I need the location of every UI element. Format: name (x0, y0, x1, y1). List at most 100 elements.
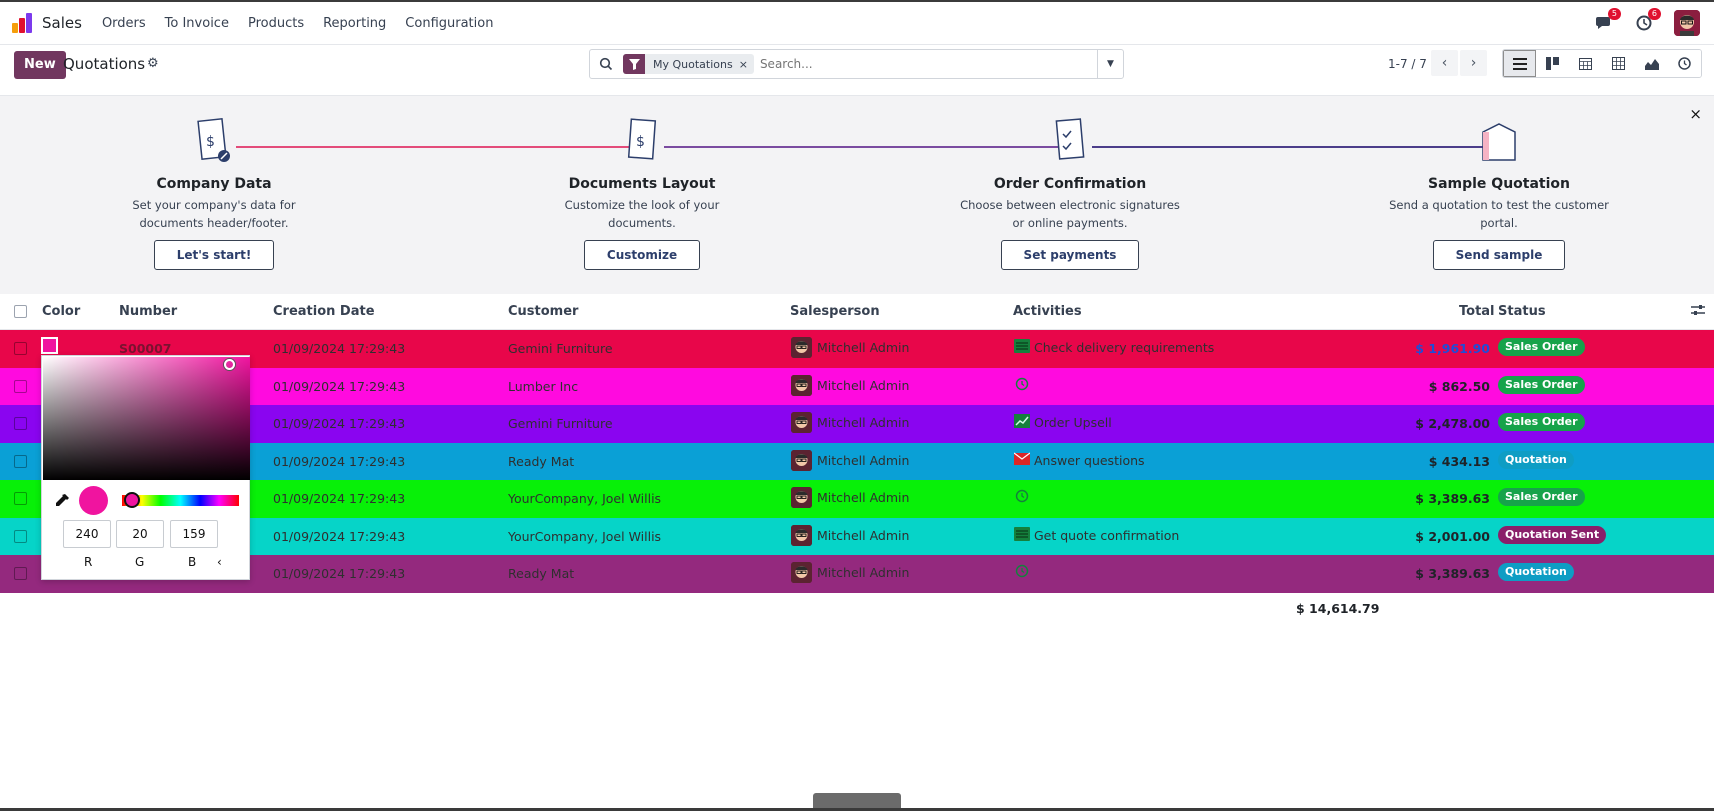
table-row[interactable]: 01/09/2024 17:29:43 Gemini Furniture Mitch… (0, 405, 1714, 443)
column-header-creation-date[interactable]: Creation Date (273, 304, 375, 319)
row-checkbox[interactable] (14, 567, 27, 580)
new-button[interactable]: New (14, 51, 66, 79)
hue-handle[interactable] (124, 492, 140, 508)
menu-orders[interactable]: Orders (102, 16, 146, 31)
document-dollar-icon: $ (197, 118, 230, 162)
customer-name: Ready Mat (508, 566, 575, 581)
set-payments-button[interactable]: Set payments (1000, 240, 1140, 270)
activity-cell[interactable]: Check delivery requirements (1014, 339, 1214, 356)
table-row[interactable]: S00007 01/09/2024 17:29:43 Gemini Furnitur… (0, 330, 1714, 368)
onboarding-step-order-confirmation: Order Confirmation Choose between electr… (960, 96, 1180, 270)
green-input[interactable]: 20 (116, 520, 164, 548)
status-badge: Sales Order (1498, 375, 1585, 394)
pager-previous-button[interactable]: ‹ (1431, 50, 1458, 76)
clock-icon (1014, 377, 1030, 394)
calendar-view-button[interactable] (1569, 50, 1602, 77)
column-header-color[interactable]: Color (42, 304, 80, 319)
salesperson: Mitchell Admin (791, 449, 909, 471)
activity-cell[interactable]: Get quote confirmation (1014, 526, 1179, 544)
table-row[interactable]: 01/09/2024 17:29:43 YourCompany, Joel Wil… (0, 517, 1714, 555)
red-input[interactable]: 240 (63, 520, 111, 548)
activity-view-button[interactable] (1668, 50, 1701, 77)
row-checkbox[interactable] (14, 342, 27, 355)
calendar-icon (1579, 58, 1592, 70)
order-total: $ 1,961.90 (1415, 341, 1490, 356)
lets-start-button[interactable]: Let's start! (153, 240, 275, 270)
control-panel: New Quotations ⚙ My Quotations × ▼ 1-7 /… (0, 45, 1714, 95)
list-view-button[interactable] (1503, 50, 1536, 77)
gear-icon[interactable]: ⚙ (147, 56, 159, 71)
column-header-status[interactable]: Status (1498, 304, 1546, 319)
activity-cell[interactable]: Order Upsell (1014, 414, 1112, 431)
kanban-view-button[interactable] (1536, 50, 1569, 77)
list-icon (1014, 339, 1030, 356)
column-header-salesperson[interactable]: Salesperson (790, 304, 880, 319)
onboarding-step-company-data: $ Company Data Set your company's data f… (104, 96, 324, 270)
customer-name: Lumber Inc (508, 378, 579, 394)
step-description: Set your company's data for documents he… (132, 198, 296, 230)
search-options-toggle[interactable]: ▼ (1097, 50, 1123, 78)
activity-cell[interactable]: Answer questions (1013, 452, 1145, 469)
salesperson-avatar (791, 524, 812, 546)
messages-badge: 5 (1607, 8, 1621, 20)
filter-facet[interactable]: My Quotations × (623, 54, 754, 74)
column-header-total[interactable]: Total (1459, 304, 1495, 319)
customer-name: YourCompany, Joel Willis (508, 528, 662, 544)
saturation-value-area[interactable] (43, 357, 250, 480)
graph-view-button[interactable] (1635, 50, 1668, 77)
row-checkbox[interactable] (14, 379, 27, 393)
close-icon[interactable]: × (1689, 105, 1702, 123)
page-title: Quotations (63, 55, 146, 73)
user-avatar[interactable] (1674, 10, 1700, 36)
activities-button[interactable]: 6 (1634, 8, 1661, 33)
column-header-customer[interactable]: Customer (508, 304, 578, 319)
color-mode-toggle[interactable]: ‹ (217, 555, 222, 569)
row-checkbox[interactable] (14, 492, 27, 505)
table-row[interactable]: 01/09/2024 17:29:43 Ready Mat Mitchell Adm… (0, 442, 1714, 480)
table-icon (1612, 57, 1625, 70)
select-all-checkbox[interactable] (14, 305, 27, 318)
step-title: Documents Layout (568, 176, 716, 192)
creation-date: 01/09/2024 17:29:43 (273, 378, 406, 394)
eyedropper-icon[interactable] (54, 493, 70, 509)
grand-total: $ 14,614.79 (1296, 601, 1380, 616)
order-number[interactable]: S00007 (119, 341, 172, 356)
optional-columns-icon[interactable] (1691, 303, 1705, 321)
row-checkbox[interactable] (14, 529, 27, 543)
saturation-handle[interactable] (224, 359, 235, 370)
table-row[interactable]: 01/09/2024 17:29:43 Ready Mat Mitchell Adm… (0, 555, 1714, 593)
salesperson-avatar (791, 562, 812, 583)
customer-name: YourCompany, Joel Willis (508, 491, 662, 506)
search-input[interactable] (759, 57, 1090, 71)
color-field-swatch[interactable] (41, 337, 58, 354)
column-header-activities[interactable]: Activities (1013, 304, 1082, 319)
table-row[interactable]: 01/09/2024 17:29:43 YourCompany, Joel Wil… (0, 480, 1714, 518)
activity-cell[interactable] (1014, 564, 1034, 581)
menu-configuration[interactable]: Configuration (405, 16, 493, 31)
activity-cell[interactable] (1014, 489, 1034, 506)
activity-cell[interactable] (1014, 377, 1034, 394)
facet-remove-icon[interactable]: × (739, 58, 754, 71)
color-picker-popover: 240 20 159 R G B ‹ (41, 355, 250, 580)
status-badge: Sales Order (1498, 413, 1585, 431)
pager-value[interactable]: 1-7 / 7 (1388, 57, 1427, 71)
menu-to-invoice[interactable]: To Invoice (165, 16, 229, 31)
menu-reporting[interactable]: Reporting (323, 16, 386, 31)
salesperson-name: Mitchell Admin (817, 490, 910, 505)
menu-products[interactable]: Products (248, 16, 304, 31)
pivot-view-button[interactable] (1602, 50, 1635, 77)
app-brand[interactable]: Sales (42, 14, 82, 32)
quotations-table: Color Number Creation Date Customer Sale… (0, 294, 1714, 593)
envelope-icon (1013, 452, 1031, 469)
send-sample-button[interactable]: Send sample (1432, 240, 1566, 270)
customize-button[interactable]: Customize (583, 240, 701, 270)
messages-button[interactable]: 5 (1594, 8, 1621, 33)
row-checkbox[interactable] (14, 454, 27, 468)
column-header-number[interactable]: Number (119, 304, 177, 319)
sales-app-icon[interactable] (12, 13, 32, 33)
pager-next-button[interactable]: › (1460, 50, 1487, 76)
row-checkbox[interactable] (14, 417, 27, 430)
blue-input[interactable]: 159 (170, 520, 218, 548)
order-total: $ 3,389.63 (1415, 566, 1490, 581)
table-row[interactable]: 01/09/2024 17:29:43 Lumber Inc Mitchell Ad… (0, 367, 1714, 405)
